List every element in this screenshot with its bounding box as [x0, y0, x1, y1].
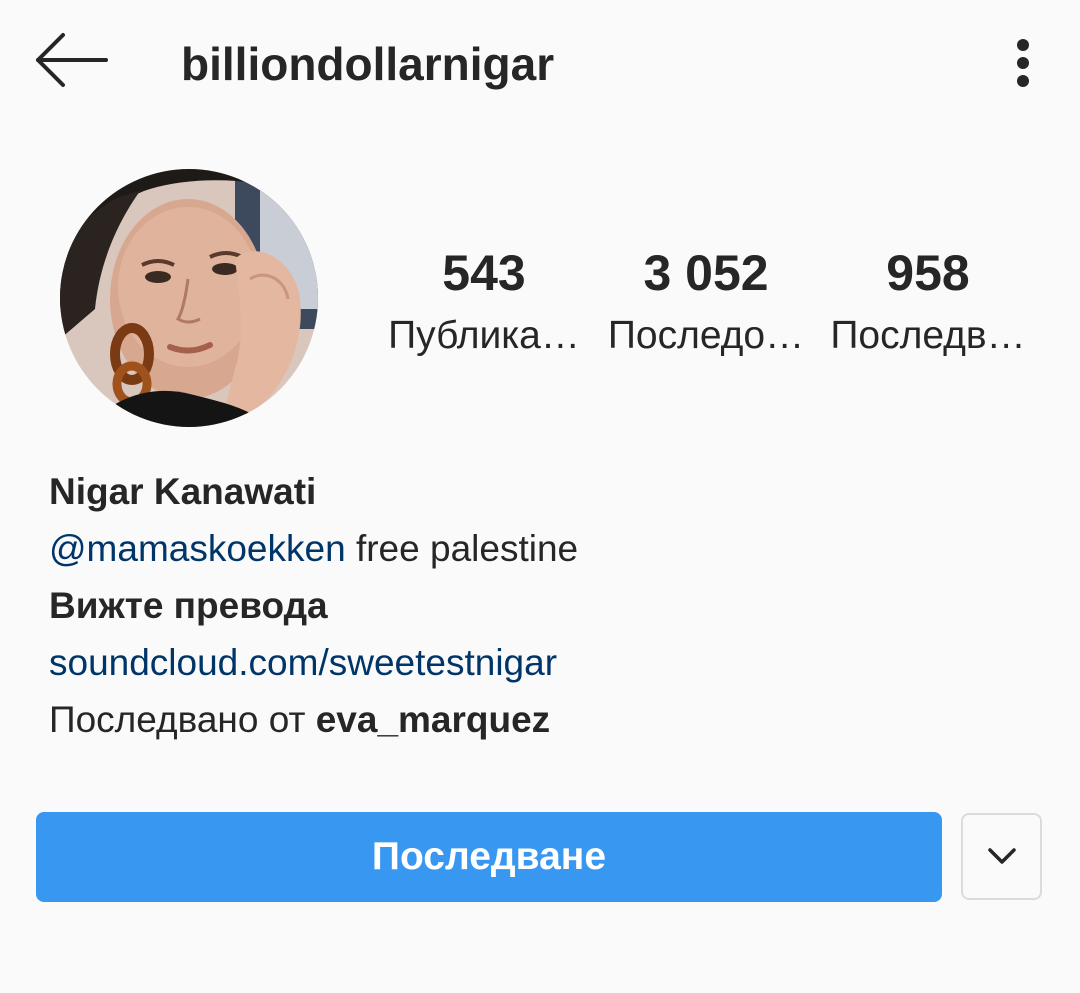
- follow-button[interactable]: Последване: [36, 812, 942, 902]
- posts-value: 543: [442, 245, 526, 301]
- more-vertical-icon: [1017, 39, 1029, 51]
- more-vertical-icon-dot: [1017, 57, 1029, 69]
- following-count[interactable]: 958 Последв…: [818, 238, 1038, 364]
- bio-text: @mamaskoekken free palestine: [49, 520, 1049, 577]
- translate-link[interactable]: Вижте превода: [49, 577, 1049, 634]
- following-label: Последв…: [830, 314, 1026, 357]
- mention-link[interactable]: @mamaskoekken: [49, 528, 346, 569]
- suggestions-dropdown-button[interactable]: [961, 813, 1042, 900]
- profile-username: billiondollarnigar: [181, 38, 555, 90]
- posts-count[interactable]: 543 Публика…: [374, 238, 594, 364]
- bio-description: free palestine: [345, 528, 579, 569]
- followed-by-user: eva_marquez: [315, 699, 551, 740]
- followed-by-prefix: Последвано от: [49, 699, 316, 740]
- arrow-left-icon: [36, 33, 108, 87]
- profile-bio: Nigar Kanawati @mamaskoekken free palest…: [49, 463, 1049, 748]
- profile-screen: billiondollarnigar 543 Публика… 3 052 По…: [0, 0, 1080, 993]
- top-bar: billiondollarnigar: [0, 0, 1080, 130]
- back-button[interactable]: [30, 28, 110, 92]
- posts-label: Публика…: [388, 314, 580, 357]
- more-vertical-icon-dot: [1017, 75, 1029, 87]
- following-value: 958: [886, 245, 970, 301]
- more-options-button[interactable]: [1000, 30, 1046, 94]
- website-link[interactable]: soundcloud.com/sweetestnigar: [49, 634, 1049, 691]
- chevron-down-icon: [988, 848, 1016, 864]
- followers-count[interactable]: 3 052 Последо…: [596, 238, 816, 364]
- followers-value: 3 052: [643, 245, 769, 301]
- full-name: Nigar Kanawati: [49, 471, 317, 512]
- profile-photo: [60, 169, 318, 427]
- profile-avatar[interactable]: [60, 169, 318, 427]
- followed-by[interactable]: Последвано от eva_marquez: [49, 691, 1049, 748]
- followers-label: Последо…: [607, 314, 805, 357]
